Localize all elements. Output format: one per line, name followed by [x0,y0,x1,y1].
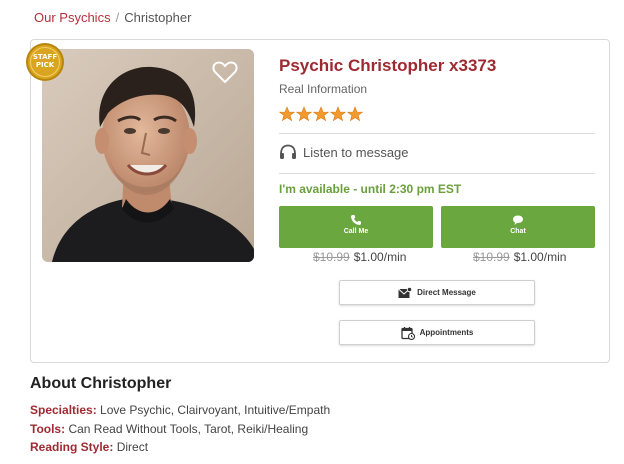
call-price: $10.99 $1.00/min [313,250,406,264]
call-me-button[interactable]: Call Me [279,206,433,248]
star-icon [296,106,312,122]
reading-style-value: Direct [116,440,149,454]
staff-pick-badge: STAFF PICK [25,42,65,82]
specialties-row: Specialties: Love Psychic, Clairvoyant, … [30,403,330,417]
psychic-profile-card: STAFF PICK Psychic Christopher x3373 Rea… [26,39,610,363]
about-heading: About Christopher [30,375,172,392]
chat-label: Chat [510,228,526,235]
listen-label: Listen to message [303,144,409,160]
call-old-price: $10.99 [313,250,350,264]
availability-status: I'm available - until 2:30 pm EST [279,182,462,196]
chat-bubble-icon [513,215,523,225]
call-current-price: $1.00/min [353,250,407,264]
breadcrumb-current: Christopher [124,10,192,25]
star-icon [330,106,346,122]
calendar-icon [400,326,415,340]
phone-icon [351,215,361,225]
reading-style-row: Reading Style: Direct [30,440,148,454]
listen-to-message-link[interactable]: Listen to message [279,144,409,160]
rating-stars [279,106,363,122]
appointments-label: Appointments [419,328,474,337]
breadcrumb-separator: / [115,10,120,25]
tools-row: Tools: Can Read Without Tools, Tarot, Re… [30,422,308,436]
psychic-info: Psychic Christopher x3373 Real Informati… [279,40,595,345]
psychic-name: Psychic Christopher x3373 [279,56,497,75]
chat-price: $10.99 $1.00/min [473,250,566,264]
star-icon [347,106,363,122]
tools-label: Tools: [30,422,66,436]
appointments-button[interactable]: Appointments [339,320,535,345]
psychic-subtitle: Real Information [279,82,368,96]
breadcrumb: Our Psychics / Christopher [34,10,191,25]
headphones-icon [280,144,296,159]
favorite-heart-icon[interactable] [212,60,238,84]
star-icon [279,106,295,122]
chat-button[interactable]: Chat [441,206,595,248]
specialties-value: Love Psychic, Clairvoyant, Intuitive/Emp… [100,403,331,417]
direct-message-button[interactable]: Direct Message [339,280,535,305]
specialties-label: Specialties: [30,403,97,417]
chat-old-price: $10.99 [473,250,510,264]
reading-style-label: Reading Style: [30,440,114,454]
breadcrumb-our-psychics-link[interactable]: Our Psychics [34,10,111,25]
staff-pick-line-1: STAFF [32,53,58,61]
envelope-icon [398,286,413,298]
tools-value: Can Read Without Tools, Tarot, Reiki/Hea… [68,422,309,436]
staff-pick-line-2: PICK [35,61,55,69]
call-me-label: Call Me [343,228,369,235]
chat-current-price: $1.00/min [513,250,567,264]
star-icon [313,106,329,122]
divider [279,173,595,174]
direct-message-label: Direct Message [417,288,476,297]
divider [279,133,595,134]
